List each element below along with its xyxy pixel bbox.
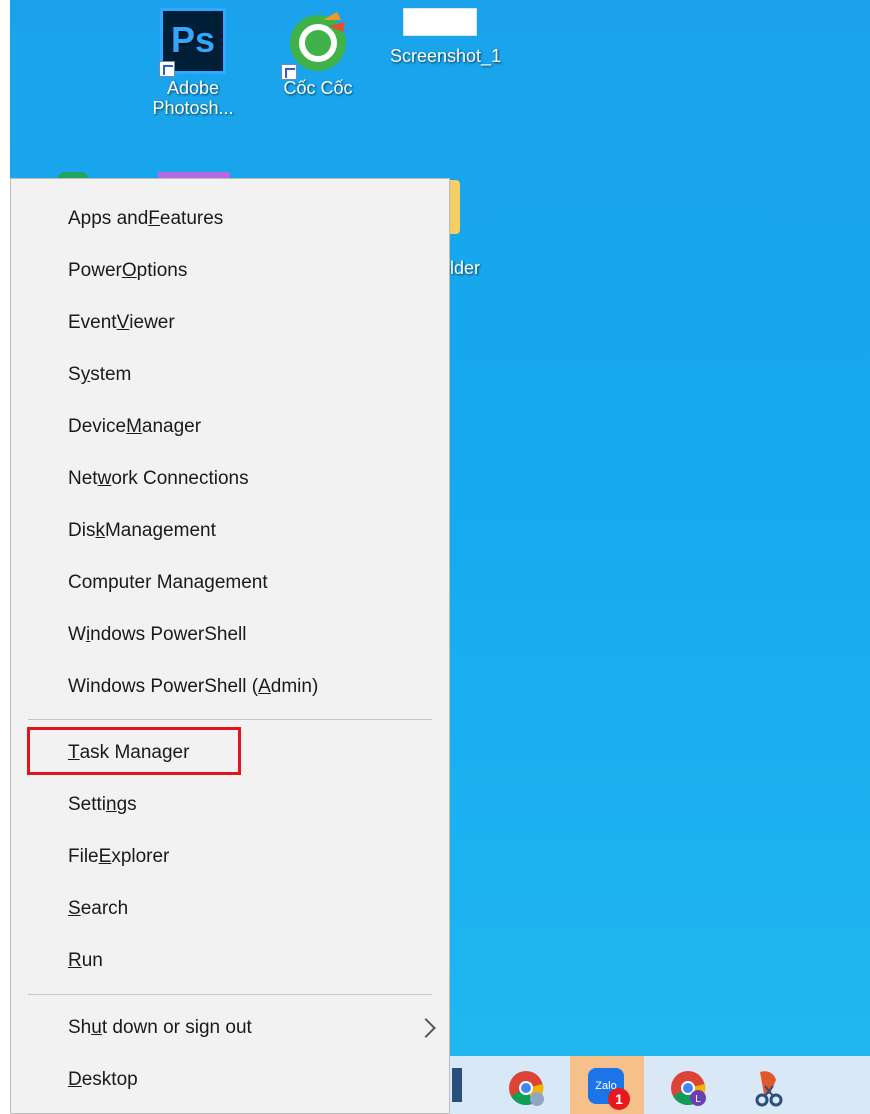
desktop-icon-label: Cốc Cốc <box>283 78 353 98</box>
menu-item-accel: n <box>106 794 117 815</box>
menu-item-accel: M <box>126 416 142 437</box>
menu-item-text: ndows PowerShell <box>90 624 247 645</box>
menu-item-text: Net <box>68 468 98 489</box>
menu-item-search[interactable]: Search <box>11 883 449 935</box>
menu-item-windows-powershell-admin[interactable]: Windows PowerShell (Admin) <box>11 661 449 713</box>
menu-item-run[interactable]: Run <box>11 935 449 987</box>
menu-item-text: Power <box>68 260 122 281</box>
menu-item-accel: A <box>258 676 271 697</box>
menu-item-accel: k <box>95 520 105 541</box>
menu-item-text: esktop <box>81 1069 138 1090</box>
menu-item-text: Dis <box>68 520 96 541</box>
menu-item-text: Windows PowerShell ( <box>68 676 259 697</box>
menu-item-text: S <box>68 364 81 385</box>
menu-item-computer-management[interactable]: Computer Mana g ement <box>11 557 449 609</box>
coccoc-icon <box>281 8 351 80</box>
menu-item-text: Event <box>68 312 117 333</box>
menu-item-accel: u <box>91 1017 102 1038</box>
desktop-icon-label: Screenshot_1 <box>390 46 502 66</box>
desktop-icon-coccoc[interactable]: Cốc Cốc <box>268 8 368 98</box>
menu-item-text: gs <box>116 794 137 815</box>
menu-item-text: W <box>68 624 86 645</box>
desktop-icon-label: Adobe <box>166 78 220 98</box>
menu-item-accel: V <box>116 312 130 333</box>
chrome-icon[interactable] <box>508 1070 544 1106</box>
menu-item-file-explorer[interactable]: File Explorer <box>11 831 449 883</box>
menu-separator <box>28 994 432 995</box>
menu-item-accel: S <box>68 898 81 919</box>
shortcut-arrow-icon <box>159 61 175 77</box>
task-manager-highlight-box <box>27 727 241 775</box>
menu-item-text: ptions <box>136 260 188 281</box>
menu-item-text: ork Connections <box>111 468 249 489</box>
photoshop-tile-text: Ps <box>171 19 216 60</box>
menu-item-text: dmin) <box>270 676 319 697</box>
chrome-profile-letter: L <box>695 1094 701 1105</box>
menu-item-accel: O <box>121 260 137 281</box>
calculator-icon[interactable] <box>452 1068 462 1102</box>
menu-item-text: stem <box>90 364 132 385</box>
menu-item-text: Management <box>104 520 216 541</box>
chrome-profile-icon[interactable]: L <box>670 1070 706 1106</box>
desktop-icon-label-line2: Photosh... <box>152 98 234 118</box>
menu-item-apps-and-features[interactable]: Apps and Features <box>11 193 449 245</box>
shortcut-arrow-icon <box>281 64 297 80</box>
menu-item-power-options[interactable]: Power Options <box>11 245 449 297</box>
menu-separator <box>28 719 432 720</box>
menu-item-text: t down or sign out <box>101 1017 252 1038</box>
menu-item-accel: R <box>68 950 82 971</box>
menu-item-text: earch <box>80 898 129 919</box>
menu-item-text: eatures <box>159 208 224 229</box>
menu-item-text: anager <box>141 416 202 437</box>
menu-item-text: Setti <box>68 794 107 815</box>
menu-item-event-viewer[interactable]: Event Viewer <box>11 297 449 349</box>
menu-item-text: un <box>81 950 103 971</box>
menu-item-accel: y <box>80 364 91 385</box>
menu-item-accel: w <box>97 468 112 489</box>
notification-badge: 1 <box>608 1088 630 1110</box>
screen-left-edge <box>0 0 10 1114</box>
menu-item-device-manager[interactable]: Device Manager <box>11 401 449 453</box>
menu-item-accel: F <box>148 208 160 229</box>
menu-item-accel: D <box>68 1069 82 1090</box>
menu-item-text: Sh <box>68 1017 92 1038</box>
winx-menu: Apps and Features Power Options Event Vi… <box>10 178 450 1114</box>
menu-item-disk-management[interactable]: Dis k Management <box>11 505 449 557</box>
menu-item-windows-powershell[interactable]: Wi ndows PowerShell <box>11 609 449 661</box>
chevron-right-icon <box>416 1018 436 1038</box>
menu-item-settings[interactable]: Setti n gs <box>11 779 449 831</box>
photoshop-icon: Ps <box>159 8 226 77</box>
snipping-tool-icon[interactable] <box>752 1068 786 1108</box>
image-file-icon <box>403 8 477 36</box>
menu-item-text: Computer Mana <box>68 572 205 593</box>
menu-item-text: ement <box>214 572 268 593</box>
menu-item-accel: g <box>204 572 215 593</box>
menu-item-text: xplorer <box>111 846 170 867</box>
menu-item-text: File <box>68 846 99 867</box>
menu-item-text: Device <box>68 416 127 437</box>
desktop-icon-photoshop[interactable]: Ps Adobe Photosh... <box>143 8 243 118</box>
menu-item-system[interactable]: Sy stem <box>11 349 449 401</box>
menu-item-text: Apps and <box>68 208 149 229</box>
desktop-icon-screenshot[interactable]: Screenshot_1 <box>390 8 502 66</box>
menu-item-desktop[interactable]: Desktop <box>11 1054 449 1106</box>
menu-item-accel: E <box>98 846 112 867</box>
menu-item-text: iewer <box>129 312 175 333</box>
menu-item-shut-down-or-sign-out[interactable]: Sh u t down or sign out <box>11 1002 449 1054</box>
menu-item-network-connections[interactable]: Net w ork Connections <box>11 453 449 505</box>
